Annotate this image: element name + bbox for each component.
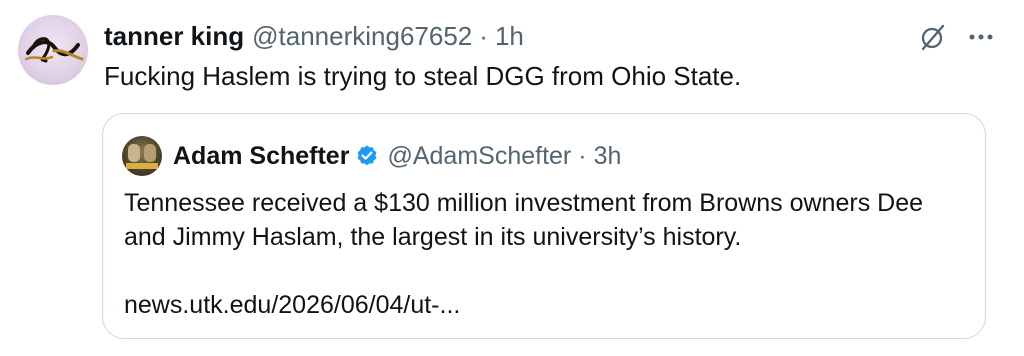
quoted-tweet-timestamp[interactable]: 3h [594, 140, 622, 172]
quoted-author-name[interactable]: Adam Schefter [173, 140, 349, 172]
quoted-text-line: Tennessee received a $130 million invest… [124, 189, 923, 217]
separator-dot: · [479, 21, 488, 51]
quoted-separator-dot: · [578, 142, 587, 170]
tweet-text: Fucking Haslem is trying to steal DGG fr… [104, 61, 742, 91]
quoted-tweet-header: Adam Schefter @AdamSchefter · 3h [173, 140, 621, 172]
author-handle[interactable]: @tannerking67652 [252, 20, 472, 52]
quoted-author-handle[interactable]: @AdamSchefter [387, 140, 571, 172]
more-options-icon[interactable] [968, 32, 994, 42]
tweet-actions [918, 22, 994, 52]
quoted-tweet[interactable]: Adam Schefter @AdamSchefter · 3h Tenness… [102, 113, 986, 339]
quoted-text-line: and Jimmy Haslam, the largest in its uni… [124, 223, 742, 251]
tweet-timestamp[interactable]: 1h [495, 20, 524, 52]
quoted-tweet-text: Tennessee received a $130 million invest… [124, 186, 974, 322]
verified-badge-icon [355, 144, 379, 168]
author-name[interactable]: tanner king [104, 20, 244, 52]
quoted-tweet-link[interactable]: news.utk.edu/2026/06/04/ut-... [124, 288, 974, 322]
grok-icon[interactable] [918, 22, 948, 52]
author-avatar[interactable] [18, 15, 88, 85]
tweet-header: tanner king @tannerking67652 · 1h [104, 20, 524, 52]
quoted-author-avatar[interactable] [122, 136, 162, 176]
